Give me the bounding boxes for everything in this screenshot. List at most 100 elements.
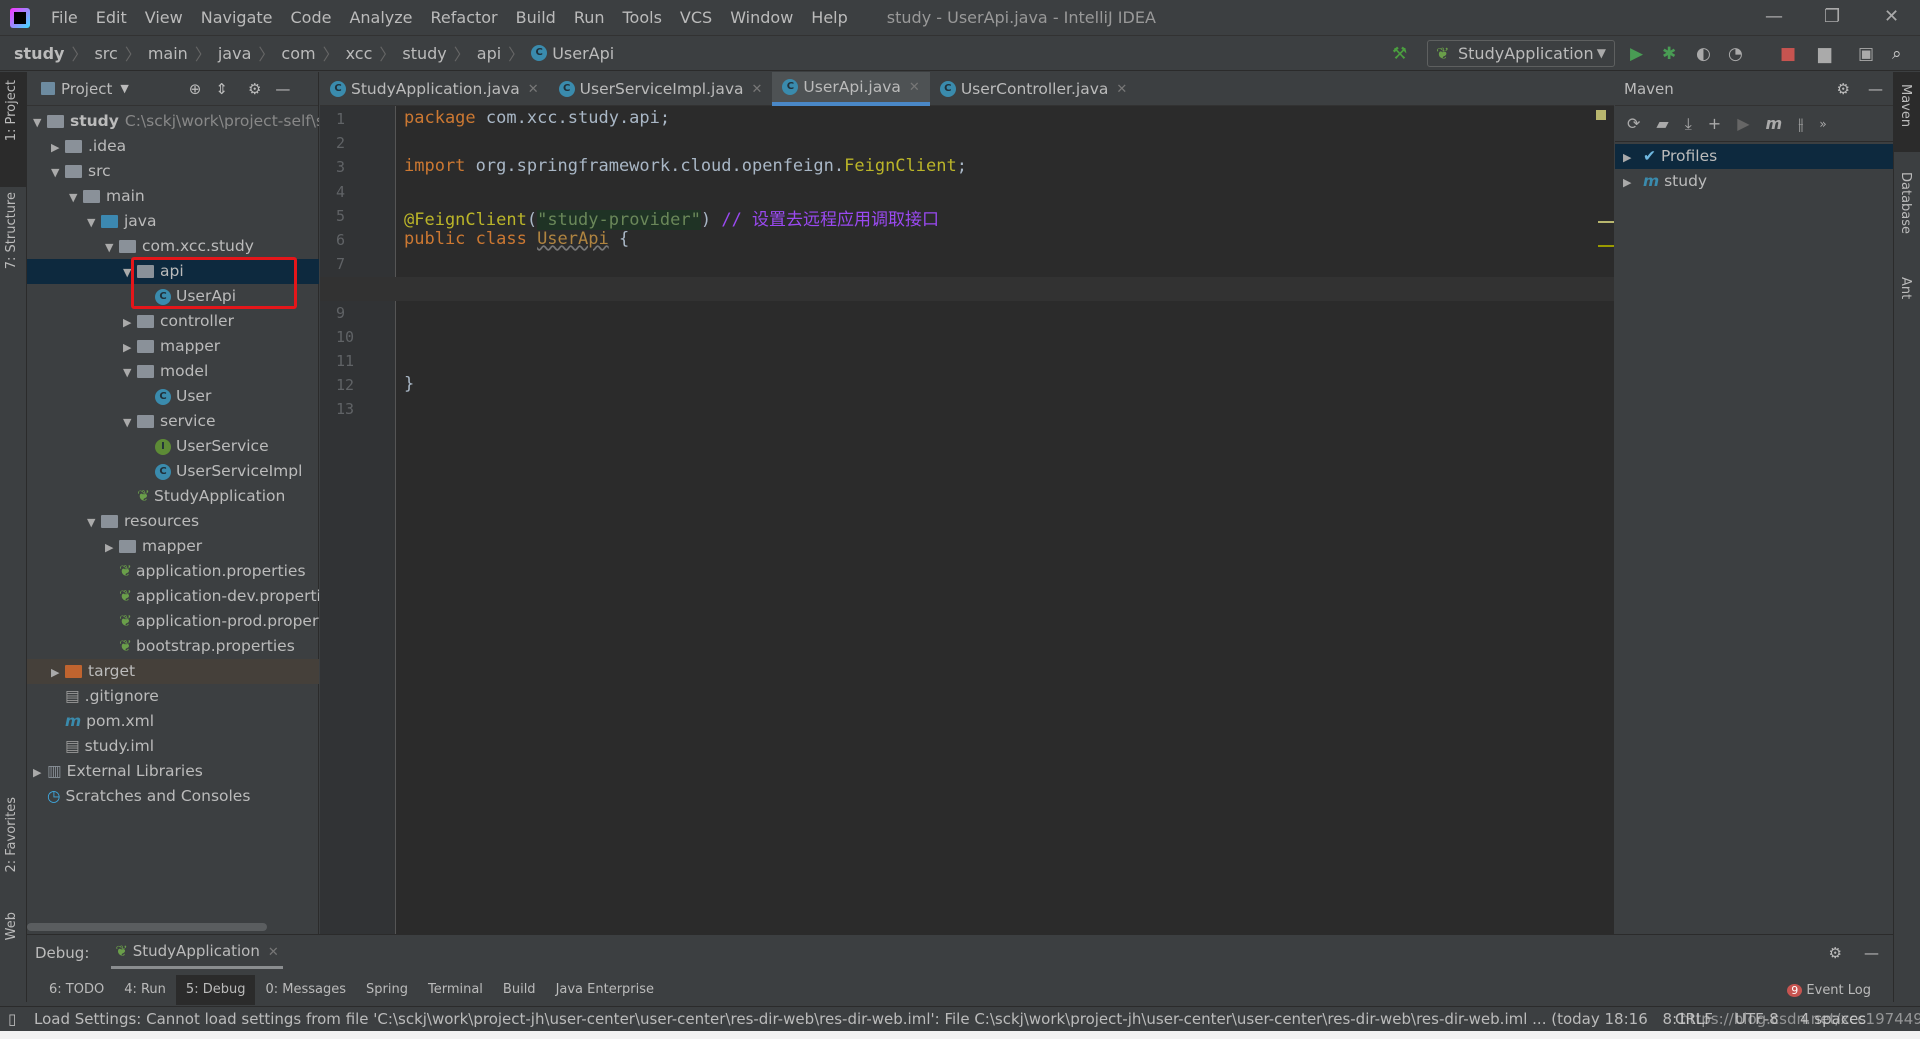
- tree-item[interactable]: m pom.xml: [27, 709, 319, 734]
- close-window-button[interactable]: ✕: [1884, 6, 1899, 27]
- menu-navigate[interactable]: Navigate: [192, 8, 282, 27]
- download-icon[interactable]: ⤓: [1685, 114, 1692, 134]
- tool-window-terminal[interactable]: Terminal: [418, 975, 493, 1005]
- menu-edit[interactable]: Edit: [87, 8, 136, 27]
- locate-icon[interactable]: ⊕: [189, 80, 202, 98]
- tree-item[interactable]: ▤ study.iml: [27, 734, 319, 759]
- close-tab-icon[interactable]: ✕: [528, 82, 539, 97]
- close-tab-icon[interactable]: ✕: [909, 80, 920, 95]
- skip-tests-icon[interactable]: ⫲: [1798, 114, 1803, 134]
- tree-item[interactable]: ▼ src: [27, 159, 319, 184]
- run-configuration-select[interactable]: ❦ StudyApplication ▼: [1427, 40, 1615, 67]
- tree-item[interactable]: ▼ model: [27, 359, 319, 384]
- tree-item[interactable]: I UserService: [27, 434, 319, 459]
- hide-icon[interactable]: —: [1868, 80, 1883, 98]
- build-hammer-icon[interactable]: ⚒: [1392, 44, 1407, 64]
- tree-item[interactable]: ❦ application-dev.properties: [27, 584, 319, 609]
- collapsed-arrow-icon[interactable]: ▶: [33, 760, 47, 784]
- event-log-button[interactable]: 9 Event Log: [1787, 983, 1871, 998]
- tree-item[interactable]: ❦ application.properties: [27, 559, 319, 584]
- expanded-arrow-icon[interactable]: ▼: [33, 110, 47, 134]
- breadcrumb-item[interactable]: com: [281, 44, 315, 63]
- inspection-status-icon[interactable]: [1596, 110, 1606, 120]
- tool-tab-structure[interactable]: 7: Structure: [4, 192, 19, 269]
- maven-goal-icon[interactable]: m: [1766, 114, 1783, 133]
- restore-button[interactable]: ❐: [1824, 6, 1840, 27]
- gear-icon[interactable]: ⚙: [248, 80, 261, 98]
- tree-item[interactable]: ▤ .gitignore: [27, 684, 319, 709]
- breadcrumb-item[interactable]: java: [218, 44, 252, 63]
- menu-vcs[interactable]: VCS: [671, 8, 721, 27]
- run-icon[interactable]: ▶: [1630, 44, 1643, 64]
- menu-build[interactable]: Build: [507, 8, 565, 27]
- breadcrumb-item[interactable]: main: [148, 44, 188, 63]
- menu-window[interactable]: Window: [721, 8, 802, 27]
- menu-analyze[interactable]: Analyze: [340, 8, 421, 27]
- tree-item[interactable]: ▶ mapper: [27, 534, 319, 559]
- menu-help[interactable]: Help: [802, 8, 856, 27]
- stop-icon[interactable]: ■: [1780, 44, 1796, 64]
- debug-icon[interactable]: ✱: [1662, 44, 1676, 64]
- gear-icon[interactable]: ⚙: [1829, 944, 1842, 962]
- tab-userapi[interactable]: C UserApi.java ✕: [772, 72, 930, 106]
- tool-tab-project[interactable]: 1: Project: [4, 80, 19, 141]
- tool-window-todo[interactable]: 6: TODO: [39, 975, 114, 1005]
- menu-tools[interactable]: Tools: [614, 8, 671, 27]
- expanded-arrow-icon[interactable]: ▼: [87, 210, 101, 234]
- gear-icon[interactable]: ⚙: [1837, 80, 1850, 98]
- tree-item[interactable]: C UserServiceImpl: [27, 459, 319, 484]
- close-icon[interactable]: ✕: [268, 945, 279, 960]
- menu-run[interactable]: Run: [565, 8, 614, 27]
- tool-window-run[interactable]: 4: Run: [114, 975, 176, 1005]
- menu-refactor[interactable]: Refactor: [422, 8, 507, 27]
- presentation-icon[interactable]: ▣: [1858, 44, 1874, 64]
- tool-tab-web[interactable]: Web: [4, 912, 19, 940]
- status-toggle-icon[interactable]: ▯: [8, 1007, 16, 1032]
- breadcrumb-item[interactable]: study: [14, 44, 64, 63]
- tree-item[interactable]: ▼ service: [27, 409, 319, 434]
- tree-item[interactable]: ▶ mapper: [27, 334, 319, 359]
- run-icon[interactable]: ▶: [1737, 114, 1749, 133]
- tool-window-build[interactable]: Build: [493, 975, 546, 1005]
- expanded-arrow-icon[interactable]: ▼: [123, 360, 137, 384]
- expanded-arrow-icon[interactable]: ▼: [105, 235, 119, 259]
- warning-marker[interactable]: [1598, 245, 1614, 247]
- tree-item[interactable]: ▼ java: [27, 209, 319, 234]
- code-editor[interactable]: 12345678910111213 package com.xcc.study.…: [320, 106, 1614, 934]
- hide-icon[interactable]: —: [1864, 944, 1879, 962]
- breadcrumb-item[interactable]: xcc: [346, 44, 373, 63]
- tree-item[interactable]: ▼ resources: [27, 509, 319, 534]
- tool-window-messages[interactable]: 0: Messages: [255, 975, 356, 1005]
- expanded-arrow-icon[interactable]: ▼: [69, 185, 83, 209]
- tool-tab-maven[interactable]: Maven: [1898, 84, 1913, 127]
- breadcrumb-item[interactable]: src: [94, 44, 117, 63]
- debug-session-tab[interactable]: ❦ StudyApplication ✕: [111, 936, 283, 969]
- tool-window-spring[interactable]: Spring: [356, 975, 418, 1005]
- tree-item[interactable]: C User: [27, 384, 319, 409]
- tree-item[interactable]: ▼ com.xcc.study: [27, 234, 319, 259]
- tree-item[interactable]: ▼ main: [27, 184, 319, 209]
- maven-item-profiles[interactable]: ▶ ✔ Profiles: [1615, 144, 1893, 169]
- tree-item[interactable]: ❦ StudyApplication: [27, 484, 319, 509]
- horizontal-scrollbar[interactable]: [27, 923, 267, 931]
- collapsed-arrow-icon[interactable]: ▶: [123, 335, 137, 359]
- reload-icon[interactable]: ⟳: [1627, 114, 1640, 133]
- collapsed-arrow-icon[interactable]: ▶: [105, 535, 119, 559]
- breadcrumb-item[interactable]: api: [477, 44, 501, 63]
- expanded-arrow-icon[interactable]: ▼: [87, 510, 101, 534]
- add-icon[interactable]: +: [1708, 114, 1721, 133]
- tree-item[interactable]: ▶ controller: [27, 309, 319, 334]
- tab-userserviceimpl[interactable]: C UserServiceImpl.java ✕: [549, 72, 773, 106]
- tool-window-debug[interactable]: 5: Debug: [175, 975, 256, 1005]
- tree-item[interactable]: ▶ target: [27, 659, 319, 684]
- collapsed-arrow-icon[interactable]: ▶: [123, 310, 137, 334]
- coverage-icon[interactable]: ◐: [1696, 44, 1711, 64]
- generate-sources-icon[interactable]: ▰: [1656, 114, 1668, 133]
- tool-tab-ant[interactable]: Ant: [1898, 277, 1913, 299]
- tree-item[interactable]: ▶ .idea: [27, 134, 319, 159]
- menu-file[interactable]: File: [42, 8, 87, 27]
- tool-tab-database[interactable]: Database: [1898, 172, 1913, 234]
- tool-window-java-enterprise[interactable]: Java Enterprise: [546, 975, 664, 1005]
- menu-view[interactable]: View: [136, 8, 192, 27]
- profile-icon[interactable]: ◔: [1728, 44, 1743, 64]
